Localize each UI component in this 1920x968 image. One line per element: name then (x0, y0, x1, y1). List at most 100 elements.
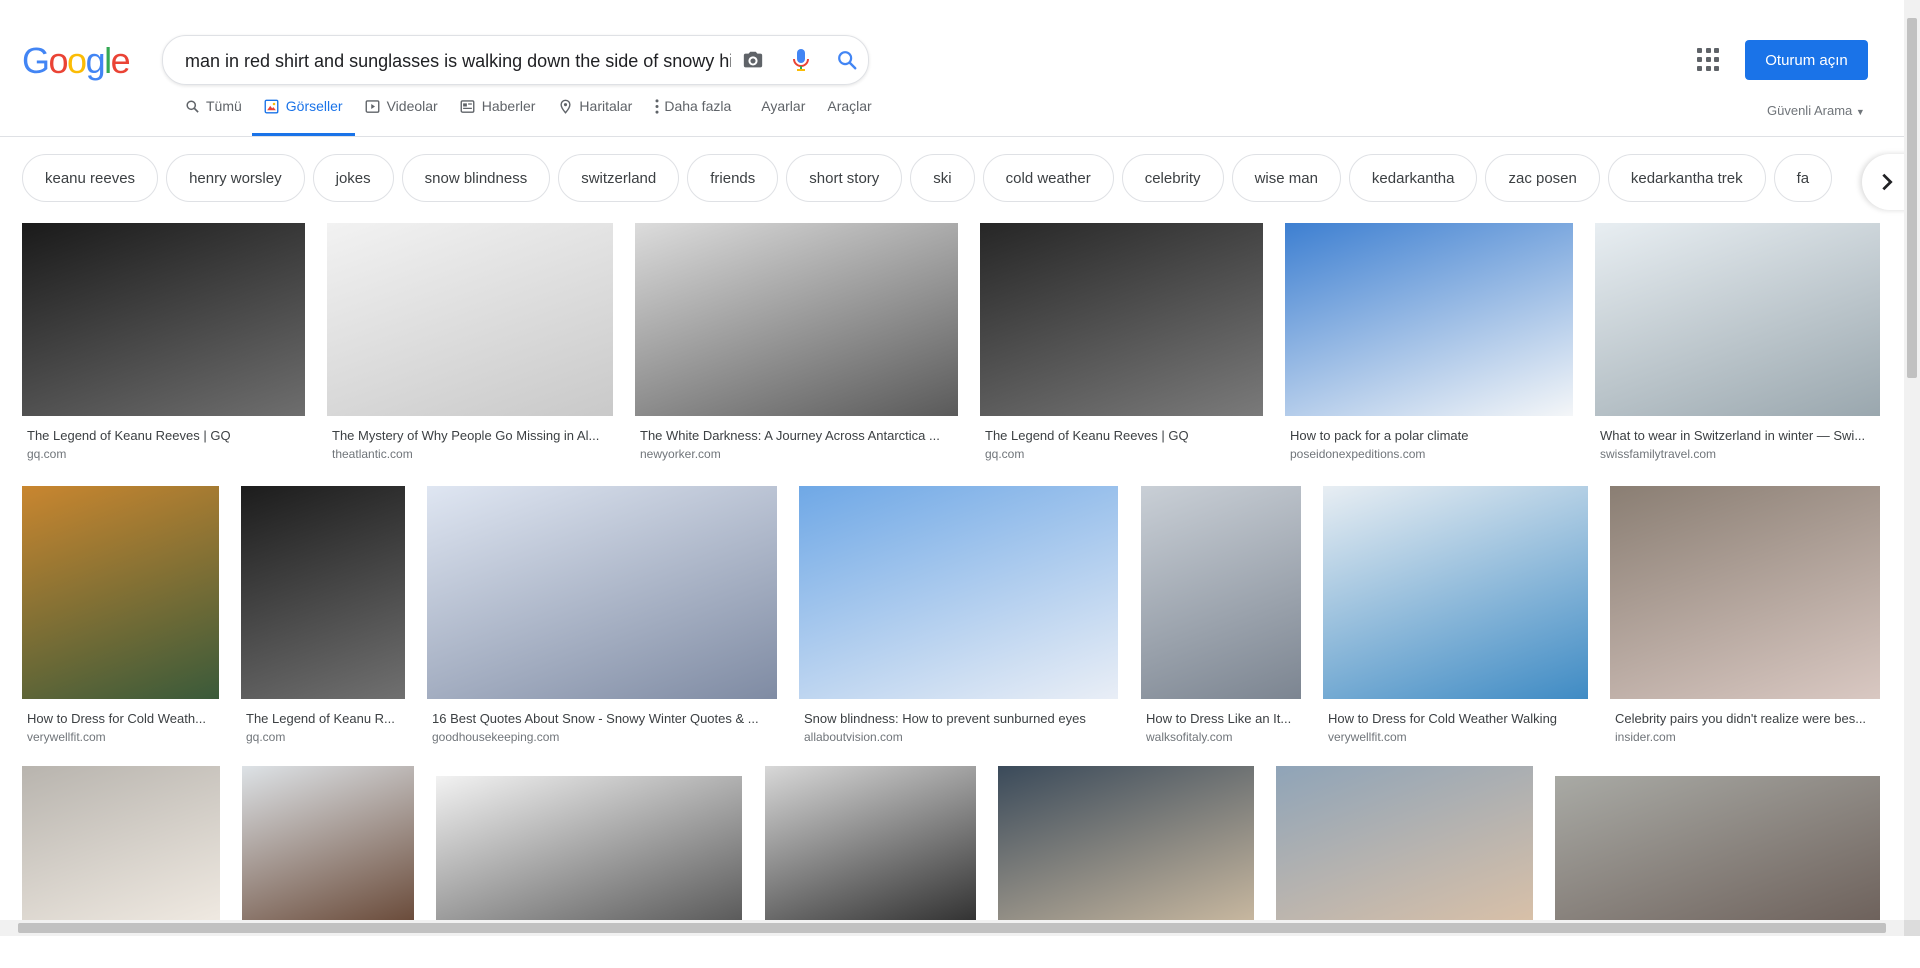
related-chip[interactable]: henry worsley (166, 154, 305, 202)
search-input[interactable] (183, 48, 733, 74)
result-title[interactable]: How to pack for a polar climate (1290, 428, 1568, 443)
related-chip[interactable]: celebrity (1121, 154, 1224, 202)
image-result[interactable] (22, 766, 220, 968)
scrollbar-thumb[interactable] (1907, 18, 1917, 378)
result-thumbnail[interactable] (327, 223, 613, 416)
result-source: poseidonexpeditions.com (1290, 447, 1426, 461)
tab-label: Araçlar (827, 98, 872, 114)
image-result[interactable] (1276, 766, 1533, 968)
tab-all[interactable]: Tümü (184, 98, 254, 136)
top-header: Google Tümü Görseller Videolar Haberler (0, 0, 1904, 137)
tab-images[interactable]: Görseller (251, 98, 355, 136)
result-source: gq.com (246, 730, 286, 744)
tab-label: Haritalar (579, 98, 633, 114)
image-result[interactable]: The Legend of Keanu Reeves | GQ gq.com (980, 223, 1263, 464)
image-result[interactable]: The White Darkness: A Journey Across Ant… (635, 223, 958, 464)
result-thumbnail[interactable] (1555, 776, 1880, 920)
result-thumbnail[interactable] (1276, 766, 1533, 920)
image-result[interactable]: What to wear in Switzerland in winter — … (1595, 223, 1880, 464)
image-result[interactable] (998, 766, 1254, 968)
tab-label: Görseller (285, 98, 343, 114)
result-title[interactable]: 16 Best Quotes About Snow - Snowy Winter… (432, 711, 772, 726)
image-result[interactable]: Celebrity pairs you didn't realize were … (1610, 486, 1880, 747)
result-source: gq.com (27, 447, 67, 461)
vertical-scrollbar[interactable] (1904, 0, 1920, 920)
tab-news[interactable]: Haberler (460, 98, 548, 136)
image-result[interactable] (436, 776, 742, 968)
related-chip[interactable]: short story (786, 154, 903, 202)
result-thumbnail[interactable] (22, 766, 220, 920)
apps-grid-icon[interactable] (1697, 48, 1721, 72)
result-title[interactable]: How to Dress Like an It... (1146, 711, 1296, 726)
result-source: verywellfit.com (27, 730, 106, 744)
result-title[interactable]: The Mystery of Why People Go Missing in … (332, 428, 608, 443)
image-result[interactable] (765, 766, 976, 968)
tab-tools[interactable]: Araçlar (827, 98, 883, 136)
result-thumbnail[interactable] (242, 766, 414, 920)
result-title[interactable]: The White Darkness: A Journey Across Ant… (640, 428, 953, 443)
logo-letter: o (67, 40, 87, 81)
tab-maps[interactable]: Haritalar (557, 98, 644, 136)
result-title[interactable]: What to wear in Switzerland in winter — … (1600, 428, 1875, 443)
related-chip[interactable]: switzerland (558, 154, 680, 202)
tab-videos[interactable]: Videolar (365, 98, 450, 136)
camera-icon[interactable] (739, 46, 767, 74)
microphone-icon[interactable] (787, 46, 815, 74)
search-icon[interactable] (833, 46, 861, 74)
image-result[interactable]: The Legend of Keanu R... gq.com (241, 486, 405, 747)
image-result[interactable]: How to pack for a polar climate poseidone… (1285, 223, 1573, 464)
result-thumbnail[interactable] (765, 766, 976, 920)
image-result[interactable]: How to Dress Like an It... walksofitaly.c… (1141, 486, 1301, 747)
scrollbar-thumb[interactable] (18, 923, 1886, 933)
related-chip[interactable]: ski (910, 154, 975, 202)
result-title[interactable]: The Legend of Keanu Reeves | GQ (985, 428, 1258, 443)
image-result[interactable] (1555, 776, 1880, 968)
horizontal-scrollbar[interactable] (0, 920, 1904, 936)
tab-more[interactable]: Daha fazla (654, 98, 743, 136)
result-title[interactable]: How to Dress for Cold Weather Walking (1328, 711, 1583, 726)
safe-search-dropdown[interactable]: Güvenli Arama ▼ (1767, 103, 1865, 118)
related-chip[interactable]: fa (1773, 154, 1833, 202)
result-title[interactable]: The Legend of Keanu Reeves | GQ (27, 428, 300, 443)
image-result[interactable]: The Mystery of Why People Go Missing in … (327, 223, 613, 464)
result-thumbnail[interactable] (22, 223, 305, 416)
related-chip[interactable]: snow blindness (401, 154, 551, 202)
result-thumbnail[interactable] (1285, 223, 1573, 416)
image-result[interactable]: The Legend of Keanu Reeves | GQ gq.com (22, 223, 305, 464)
result-title[interactable]: Celebrity pairs you didn't realize were … (1615, 711, 1875, 726)
image-result[interactable]: How to Dress for Cold Weath... verywellfi… (22, 486, 219, 747)
google-logo[interactable]: Google (22, 40, 131, 82)
result-thumbnail[interactable] (22, 486, 219, 699)
result-thumbnail[interactable] (635, 223, 958, 416)
result-thumbnail[interactable] (436, 776, 742, 920)
image-result[interactable] (242, 766, 414, 968)
related-chip[interactable]: kedarkantha (1348, 154, 1478, 202)
tab-settings[interactable]: Ayarlar (761, 98, 817, 136)
result-thumbnail[interactable] (1595, 223, 1880, 416)
result-title[interactable]: The Legend of Keanu R... (246, 711, 400, 726)
related-chip[interactable]: keanu reeves (22, 154, 159, 202)
related-chip[interactable]: kedarkantha trek (1607, 154, 1766, 202)
related-chip[interactable]: wise man (1231, 154, 1341, 202)
image-result[interactable]: How to Dress for Cold Weather Walking ver… (1323, 486, 1588, 747)
search-box (162, 35, 869, 85)
related-chip[interactable]: jokes (312, 154, 394, 202)
result-thumbnail[interactable] (980, 223, 1263, 416)
result-title[interactable]: Snow blindness: How to prevent sunburned… (804, 711, 1113, 726)
related-chip[interactable]: friends (687, 154, 779, 202)
scrollbar-corner (1904, 920, 1920, 936)
sign-in-button[interactable]: Oturum açın (1745, 40, 1868, 80)
result-thumbnail[interactable] (241, 486, 405, 699)
result-thumbnail[interactable] (799, 486, 1118, 699)
result-thumbnail[interactable] (1323, 486, 1588, 699)
related-chip[interactable]: zac posen (1485, 154, 1600, 202)
image-result[interactable]: Snow blindness: How to prevent sunburned… (799, 486, 1118, 747)
image-result[interactable]: 16 Best Quotes About Snow - Snowy Winter… (427, 486, 777, 747)
related-chip[interactable]: cold weather (982, 154, 1114, 202)
result-thumbnail[interactable] (427, 486, 777, 699)
result-thumbnail[interactable] (1141, 486, 1301, 699)
result-thumbnail[interactable] (1610, 486, 1880, 699)
result-title[interactable]: How to Dress for Cold Weath... (27, 711, 214, 726)
search-icon (184, 98, 200, 114)
result-thumbnail[interactable] (998, 766, 1254, 920)
